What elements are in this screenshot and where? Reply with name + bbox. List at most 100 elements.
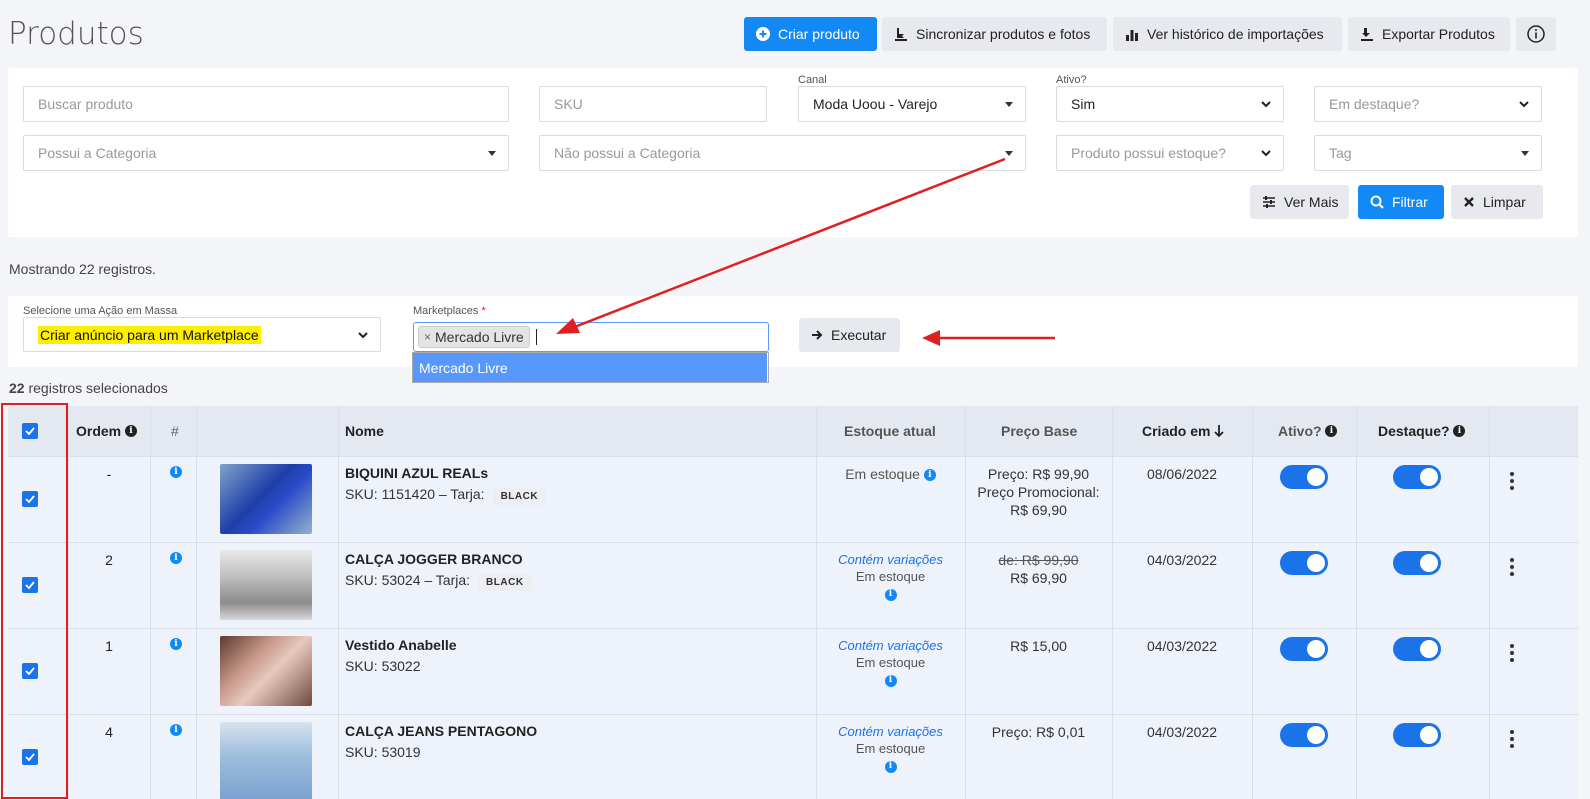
bar-chart-icon [1126,30,1138,41]
destaque-toggle[interactable] [1393,551,1441,575]
clear-button[interactable]: Limpar [1451,185,1543,219]
import-history-button[interactable]: Ver histórico de importações [1113,17,1342,51]
chip-remove-icon[interactable]: × [424,330,431,344]
chevron-down-icon [1261,150,1271,157]
possui-categoria-select[interactable]: Possui a Categoria [23,135,509,171]
destaque-toggle[interactable] [1393,637,1441,661]
info-icon[interactable]: i [170,724,182,736]
info-icon[interactable]: i [884,674,897,687]
close-icon [1464,197,1474,207]
ativo-toggle[interactable] [1280,551,1328,575]
tag-badge: BLACK [492,488,547,505]
created-date: 04/03/2022 [1146,552,1218,568]
tag-placeholder: Tag [1329,145,1352,161]
sync-products-label: Sincronizar produtos e fotos [916,26,1091,42]
info-icon[interactable]: i [170,466,182,478]
product-name[interactable]: CALÇA JEANS PENTAGONO [345,723,537,739]
ativo-toggle[interactable] [1280,723,1328,747]
plus-circle-icon [756,27,770,41]
nao-possui-categoria-placeholder: Não possui a Categoria [554,145,701,161]
canal-select[interactable]: Moda Uoou - Varejo [798,86,1026,122]
variations-link[interactable]: Contém variações [816,637,965,654]
more-vertical-icon[interactable] [1510,730,1514,748]
product-thumbnail[interactable] [220,636,312,706]
ativo-toggle[interactable] [1280,637,1328,661]
row-ordem: 1 [105,638,113,654]
price-line: Preço Promocional: [977,484,1100,500]
more-vertical-icon[interactable] [1510,558,1514,576]
row-ordem: - [106,466,112,482]
search-product-input[interactable]: Buscar produto [23,86,509,122]
header-criado[interactable]: Criado em [1142,406,1224,456]
table-row: 2 i CALÇA JOGGER BRANCO SKU: 53024 – Tar… [8,542,1578,628]
header-destaque-label: Destaque? [1378,423,1450,439]
ver-mais-button[interactable]: Ver Mais [1250,185,1349,219]
mass-action-label: Selecione uma Ação em Massa [23,305,178,317]
mass-action-value: Criar anúncio para um Marketplace [38,325,261,344]
sync-icon [895,28,907,41]
dropdown-option-mercado-livre[interactable]: Mercado Livre [413,353,767,382]
caret-down-icon [488,151,496,156]
product-name[interactable]: BIQUINI AZUL REALs [345,465,546,481]
destaque-select[interactable]: Em destaque? [1314,86,1542,122]
selected-count-number: 22 [9,380,25,396]
info-icon[interactable]: i [884,760,897,773]
create-product-label: Criar produto [778,26,860,42]
sku-input[interactable]: SKU [539,86,767,122]
chevron-down-icon [1261,101,1271,108]
export-products-button[interactable]: Exportar Produtos [1348,17,1510,51]
stock-status: Em estoque [845,466,920,482]
page-title: Produtos [8,16,144,52]
destaque-toggle[interactable] [1393,465,1441,489]
header-preco: Preço Base [1001,423,1078,439]
tag-select[interactable]: Tag [1314,135,1542,171]
product-thumbnail[interactable] [220,550,312,620]
records-count: Mostrando 22 registros. [9,261,157,277]
ativo-select[interactable]: Sim [1056,86,1284,122]
header-estoque: Estoque atual [844,423,936,439]
ativo-toggle[interactable] [1280,465,1328,489]
product-name[interactable]: Vestido Anabelle [345,637,457,653]
estoque-select[interactable]: Produto possui estoque? [1056,135,1284,171]
canal-label: Canal [798,74,827,86]
header-destaque[interactable]: Destaque? i [1378,406,1466,456]
header-ativo[interactable]: Ativo? i [1278,406,1338,456]
product-thumbnail[interactable] [220,722,312,799]
search-icon [1370,195,1384,209]
info-icon[interactable]: i [170,638,182,650]
price-line: R$ 69,90 [1010,570,1067,586]
mass-action-select[interactable]: Criar anúncio para um Marketplace [23,317,381,352]
row-ordem: 4 [105,724,113,740]
header-hash: # [171,423,179,439]
created-date: 04/03/2022 [1146,724,1218,740]
marketplace-chip: × Mercado Livre [418,326,530,348]
ver-mais-label: Ver Mais [1284,194,1339,210]
create-product-button[interactable]: Criar produto [744,17,877,51]
info-icon[interactable]: i [884,588,897,601]
price-line: Preço: R$ 99,90 [987,466,1090,482]
destaque-toggle[interactable] [1393,723,1441,747]
info-icon[interactable]: i [170,552,182,564]
search-product-placeholder: Buscar produto [38,96,133,112]
nao-possui-categoria-select[interactable]: Não possui a Categoria [539,135,1026,171]
more-vertical-icon[interactable] [1510,472,1514,490]
variations-link[interactable]: Contém variações [816,551,965,568]
sync-products-button[interactable]: Sincronizar produtos e fotos [882,17,1107,51]
marketplaces-multiselect[interactable]: × Mercado Livre [413,322,769,352]
stock-status: Em estoque [855,741,926,756]
product-thumbnail[interactable] [220,464,312,534]
product-name[interactable]: CALÇA JOGGER BRANCO [345,551,532,567]
table-row: 4 i CALÇA JEANS PENTAGONO SKU: 53019 Con… [8,714,1578,799]
price-line: R$ 15,00 [1010,638,1067,654]
product-sku: SKU: 53019 [345,744,421,760]
header-ordem[interactable]: Ordem i [76,406,138,456]
filter-button[interactable]: Filtrar [1358,185,1444,219]
info-icon[interactable]: i [923,469,936,482]
required-mark: * [481,305,486,317]
execute-button[interactable]: Executar [799,318,900,352]
info-button[interactable] [1516,17,1556,51]
annotation-highlight-box [1,403,68,799]
more-vertical-icon[interactable] [1510,644,1514,662]
variations-link[interactable]: Contém variações [816,723,965,740]
header-nome[interactable]: Nome [345,406,384,456]
